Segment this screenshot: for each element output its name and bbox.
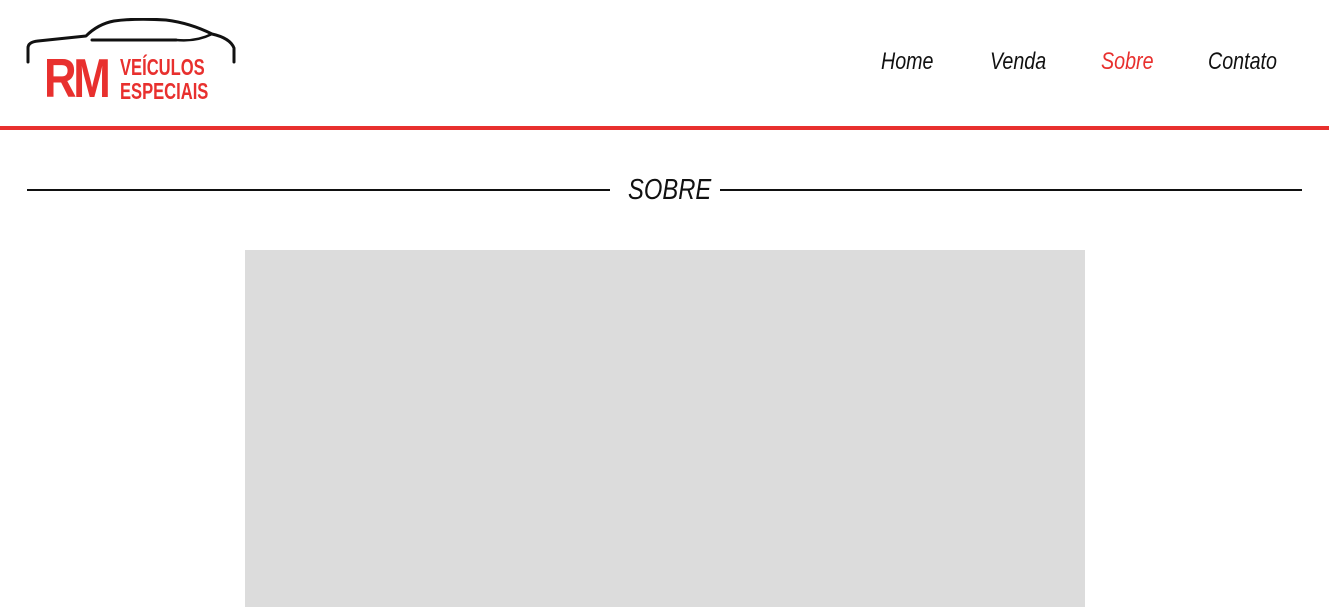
brand-logo[interactable]: RM VEÍCULOS ESPECIAIS [26, 18, 238, 106]
nav-item-home[interactable]: Home [881, 46, 934, 78]
section-heading: SOBRE [0, 170, 1329, 210]
page-title: SOBRE [628, 174, 712, 206]
nav-item-venda[interactable]: Venda [990, 46, 1046, 78]
logo-text-line2: ESPECIAIS [120, 78, 209, 104]
header-divider [0, 126, 1329, 130]
heading-rule-left [27, 189, 610, 191]
about-image-placeholder [245, 250, 1085, 607]
heading-rule-right [720, 189, 1302, 191]
nav-item-contato[interactable]: Contato [1208, 46, 1277, 78]
site-header: RM VEÍCULOS ESPECIAIS Home Venda Sobre C… [0, 0, 1329, 126]
logo-initials: RM [44, 47, 111, 109]
logo-text-line1: VEÍCULOS [120, 54, 205, 80]
nav-item-sobre[interactable]: Sobre [1101, 46, 1154, 78]
